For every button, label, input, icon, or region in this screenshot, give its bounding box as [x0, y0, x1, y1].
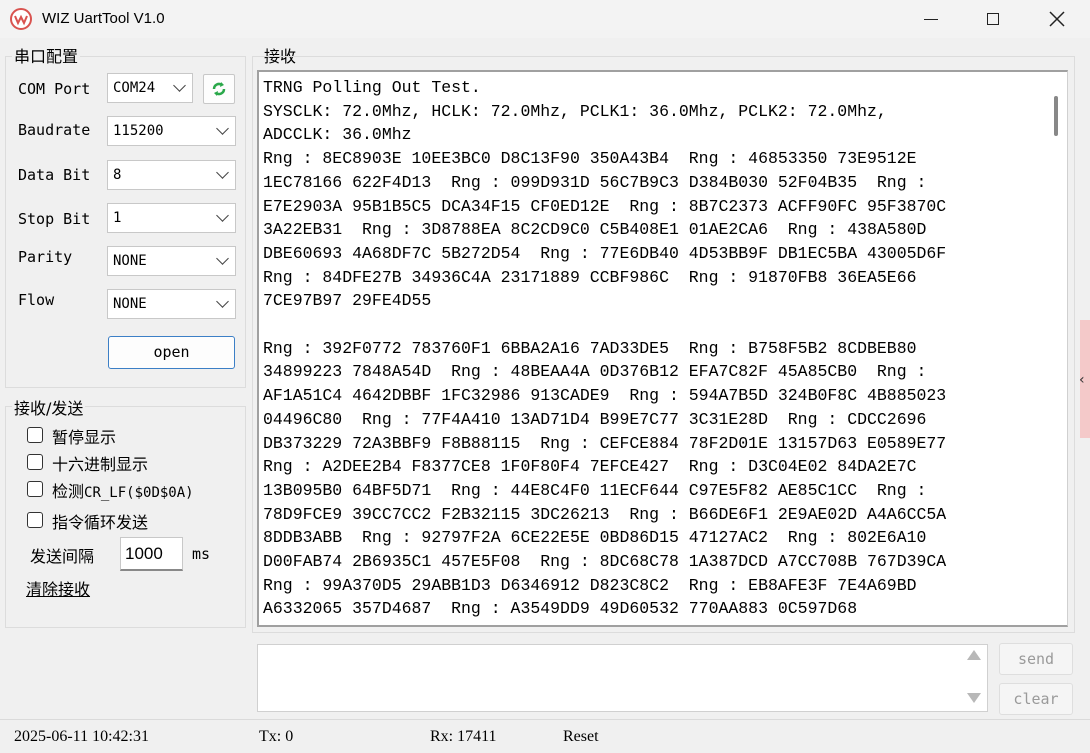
window-title: WIZ UartTool V1.0 — [42, 10, 165, 27]
parity-select[interactable]: NONE — [107, 246, 236, 276]
refresh-icon — [212, 82, 226, 96]
send-interval-label: 发送间隔 — [30, 547, 95, 566]
maximize-icon[interactable] — [962, 0, 1024, 38]
detect-crlf-label: 检测CR_LF($0D$0A) — [52, 478, 194, 502]
chevron-down-icon — [173, 79, 186, 92]
detect-crlf-code: CR_LF($0D$0A) — [84, 485, 194, 501]
parity-value: NONE — [113, 253, 147, 269]
status-rx: Rx: 17411 — [430, 728, 497, 745]
scroll-down-icon[interactable] — [967, 693, 981, 703]
serial-config-title: 串口配置 — [12, 43, 81, 67]
open-button[interactable]: open — [108, 336, 235, 369]
receive-text: TRNG Polling Out Test. SYSCLK: 72.0Mhz, … — [263, 78, 947, 619]
rx-tx-title: 接收/发送 — [12, 395, 86, 419]
hex-display-label: 十六进制显示 — [52, 455, 149, 474]
detect-crlf-prefix: 检测 — [52, 482, 85, 501]
pause-display-checkbox[interactable] — [27, 427, 43, 443]
com-port-value: COM24 — [113, 80, 156, 96]
chevron-down-icon — [216, 122, 229, 135]
refresh-button[interactable] — [203, 74, 235, 104]
com-port-label: COM Port — [18, 80, 91, 98]
com-port-select[interactable]: COM24 — [107, 73, 193, 103]
parity-label: Parity — [18, 248, 73, 266]
baudrate-label: Baudrate — [18, 121, 91, 139]
chevron-down-icon — [216, 295, 229, 308]
baudrate-value: 115200 — [113, 123, 164, 139]
pause-display-label: 暂停显示 — [52, 428, 117, 447]
chevron-left-icon: ‹ — [1079, 372, 1085, 388]
data-bit-select[interactable]: 8 — [107, 160, 236, 190]
status-reset[interactable]: Reset — [563, 728, 599, 746]
stop-bit-value: 1 — [113, 210, 122, 226]
send-input[interactable] — [257, 644, 988, 712]
flow-select[interactable]: NONE — [107, 289, 236, 319]
loop-send-checkbox[interactable] — [27, 512, 43, 528]
status-tx: Tx: 0 — [259, 728, 294, 745]
send-interval-input[interactable]: 1000 — [120, 537, 183, 571]
data-bit-value: 8 — [113, 167, 122, 183]
baudrate-select[interactable]: 115200 — [107, 116, 236, 146]
title-bar: WIZ UartTool V1.0 — [0, 0, 1090, 38]
wiz-logo-icon — [10, 8, 32, 30]
detect-crlf-checkbox[interactable] — [27, 481, 43, 497]
hex-display-checkbox[interactable] — [27, 454, 43, 470]
send-interval-unit: ms — [192, 545, 211, 563]
chevron-down-icon — [216, 166, 229, 179]
stop-bit-select[interactable]: 1 — [107, 203, 236, 233]
scroll-up-icon[interactable] — [967, 650, 981, 660]
chevron-down-icon — [216, 252, 229, 265]
clear-button[interactable]: clear — [999, 683, 1073, 715]
close-icon[interactable] — [1026, 0, 1088, 38]
loop-send-label: 指令循环发送 — [52, 513, 149, 532]
chevron-down-icon — [216, 209, 229, 222]
receive-scrollbar[interactable] — [1054, 96, 1058, 136]
status-bar: 2025-06-11 10:42:31 Tx: 0 Rx: 17411 Rese… — [0, 719, 1090, 753]
minimize-icon[interactable] — [900, 0, 962, 38]
status-datetime: 2025-06-11 10:42:31 — [14, 728, 149, 745]
data-bit-label: Data Bit — [18, 166, 91, 184]
stop-bit-label: Stop Bit — [18, 210, 91, 228]
flow-label: Flow — [18, 291, 55, 309]
send-button[interactable]: send — [999, 643, 1073, 675]
clear-receive-link[interactable]: 清除接收 — [26, 576, 90, 600]
flow-value: NONE — [113, 296, 147, 312]
receive-textarea[interactable]: TRNG Polling Out Test. SYSCLK: 72.0Mhz, … — [257, 70, 1068, 627]
